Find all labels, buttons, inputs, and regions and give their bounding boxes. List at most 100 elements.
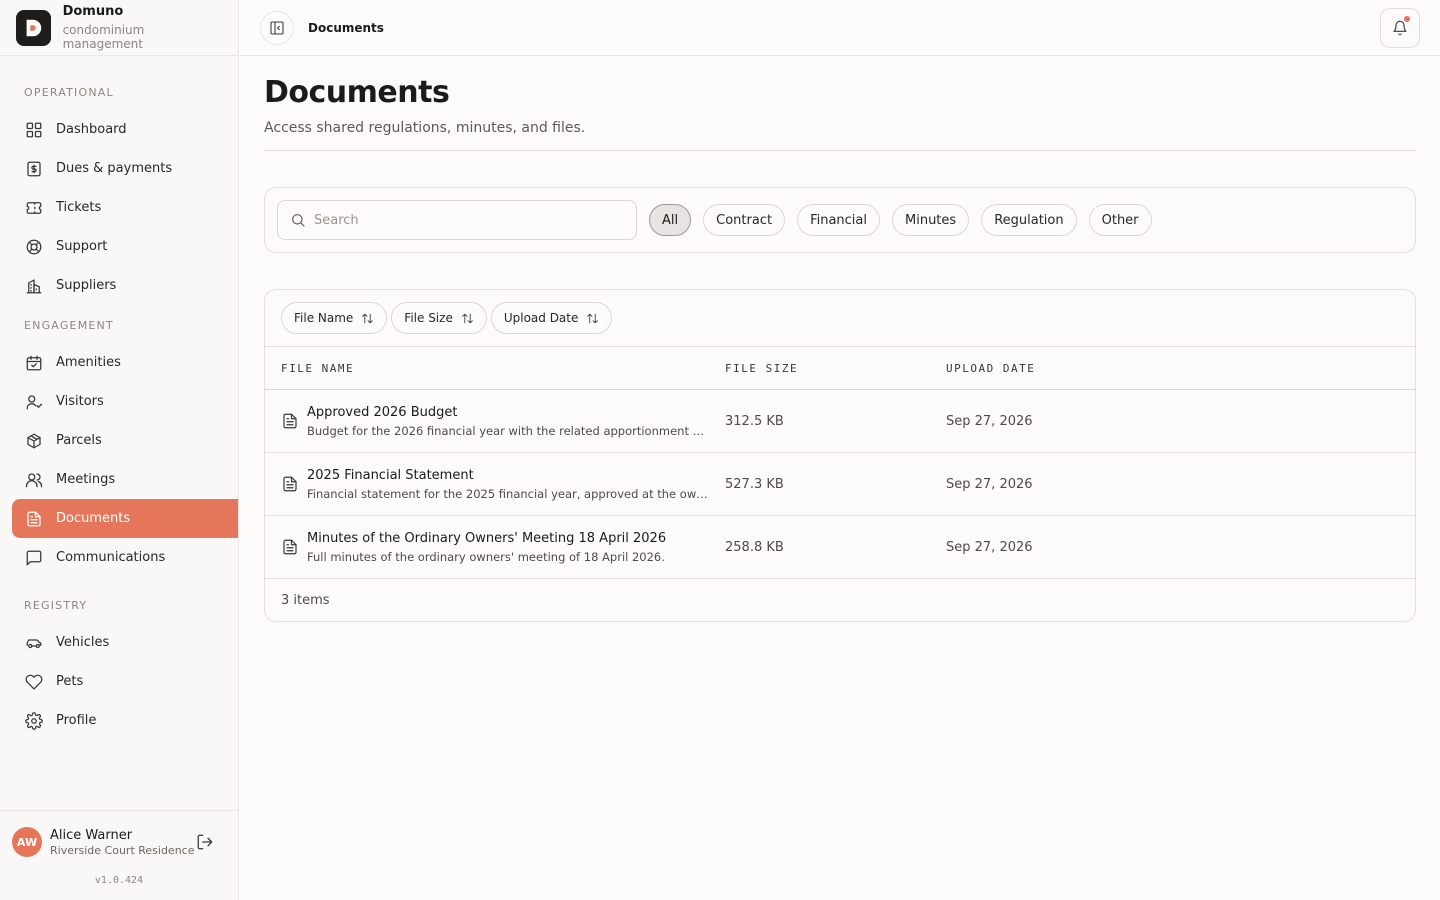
file-size: 258.8 KB [725,539,784,555]
users-icon [24,470,44,490]
sidebar-item-label: Tickets [56,200,102,215]
file-size: 312.5 KB [725,413,784,429]
sidebar-item-label: Meetings [56,472,116,487]
sidebar-item-label: Profile [56,713,97,728]
sidebar: Domuno condominium management OPERATIONA… [0,0,239,900]
upload-date: Sep 27, 2026 [946,476,1033,492]
table-row[interactable]: 2025 Financial Statement Financial state… [265,453,1415,516]
sidebar-item-suppliers[interactable]: Suppliers [12,266,238,305]
sort-bar: File Name File Size Upload Date [265,290,1415,347]
sidebar-item-label: Visitors [56,394,104,409]
brand[interactable]: Domuno condominium management [0,0,238,56]
panel-left-icon [270,20,284,35]
filter-chip-financial[interactable]: Financial [797,204,880,236]
sidebar-item-support[interactable]: Support [12,227,238,266]
sort-arrows-icon [587,313,599,323]
table-row[interactable]: Approved 2026 Budget Budget for the 2026… [265,390,1415,453]
gear-icon [24,711,44,731]
file-name[interactable]: Approved 2026 Budget [307,405,711,420]
page-subtitle: Access shared regulations, minutes, and … [264,120,586,136]
sidebar-item-dues-payments[interactable]: Dues & payments [12,149,238,188]
upload-date: Sep 27, 2026 [946,539,1033,555]
table-footer-count: 3 items [281,592,330,608]
table-row[interactable]: Minutes of the Ordinary Owners' Meeting … [265,516,1415,579]
sort-label: Upload Date [503,311,579,325]
topbar: Documents [240,0,1440,56]
sort-file-name-button[interactable]: File Name [281,302,388,334]
calendar-check-icon [24,353,44,373]
file-description: Budget for the 2026 financial year with … [307,423,711,438]
file-text-icon [281,475,299,493]
column-header-upload-date[interactable]: UPLOAD DATE [946,362,1415,375]
breadcrumb[interactable]: Documents [308,21,384,35]
car-icon [24,633,44,653]
sidebar-item-label: Dashboard [56,122,127,137]
sidebar-item-meetings[interactable]: Meetings [12,460,238,499]
ticket-icon [24,198,44,218]
sort-label: File Size [404,311,453,325]
logout-icon[interactable] [196,833,214,851]
package-icon [24,431,44,451]
sidebar-item-label: Pets [56,674,84,689]
sidebar-item-parcels[interactable]: Parcels [12,421,238,460]
notifications-button[interactable] [1380,7,1420,48]
bell-icon [1393,20,1407,35]
filter-chip-contract[interactable]: Contract [703,204,786,236]
sidebar-item-tickets[interactable]: Tickets [12,188,238,227]
file-name[interactable]: 2025 Financial Statement [307,468,711,483]
column-header-file-size[interactable]: FILE SIZE [725,362,946,375]
receipt-dollar-icon [24,159,44,179]
file-size: 527.3 KB [725,476,784,492]
sidebar-item-pets[interactable]: Pets [12,662,238,701]
brand-subtitle: condominium management [62,23,145,51]
nav-section-engagement: ENGAGEMENT [24,319,114,332]
sidebar-toggle-button[interactable] [260,10,294,45]
user-panel: AW Alice Warner Riverside Court Residenc… [0,810,238,900]
sidebar-item-profile[interactable]: Profile [12,701,238,740]
sidebar-item-label: Support [56,239,108,254]
sidebar-item-amenities[interactable]: Amenities [12,343,238,382]
heart-icon [24,672,44,692]
search-input[interactable] [314,212,614,228]
sort-arrows-icon [362,313,374,323]
search-box[interactable] [277,200,637,240]
filter-chip-minutes[interactable]: Minutes [892,204,970,236]
sidebar-nav: OPERATIONAL Dashboard Dues & payments Ti… [0,56,238,740]
brand-logo-icon [16,9,51,46]
file-name[interactable]: Minutes of the Ordinary Owners' Meeting … [307,531,666,546]
divider [264,150,1416,151]
filter-chip-regulation[interactable]: Regulation [981,204,1077,236]
sort-file-size-button[interactable]: File Size [391,302,487,334]
search-icon [292,214,305,227]
sidebar-item-label: Suppliers [56,278,117,293]
file-text-icon [281,412,299,430]
sidebar-item-label: Communications [56,550,166,565]
notification-dot [1404,15,1410,22]
documents-table: File Name File Size Upload Date FILE NAM… [264,289,1416,622]
filter-chip-other[interactable]: Other [1088,204,1152,236]
sort-upload-date-button[interactable]: Upload Date [490,302,613,334]
user-org: Riverside Court Residence [50,843,195,857]
upload-date: Sep 27, 2026 [946,413,1033,429]
sidebar-item-label: Dues & payments [56,161,173,176]
brand-name: Domuno [62,4,124,19]
sidebar-item-communications[interactable]: Communications [12,538,238,577]
filter-chip-all[interactable]: All [649,204,692,236]
sidebar-item-visitors[interactable]: Visitors [12,382,238,421]
message-square-icon [24,548,44,568]
sidebar-item-dashboard[interactable]: Dashboard [12,110,238,149]
main-content: Documents Access shared regulations, min… [264,56,1416,622]
user-name: Alice Warner [50,827,133,843]
file-description: Financial statement for the 2025 financi… [307,486,711,501]
sidebar-item-label: Amenities [56,355,121,370]
file-text-icon [24,509,44,529]
file-text-icon [281,538,299,556]
avatar[interactable]: AW [12,827,42,857]
user-check-icon [24,392,44,412]
sidebar-item-label: Parcels [56,433,102,448]
sidebar-item-vehicles[interactable]: Vehicles [12,623,238,662]
sidebar-item-documents[interactable]: Documents [12,499,238,538]
column-header-file-name[interactable]: FILE NAME [265,362,725,375]
sort-arrows-icon [462,313,473,323]
table-header: FILE NAME FILE SIZE UPLOAD DATE [265,347,1415,390]
